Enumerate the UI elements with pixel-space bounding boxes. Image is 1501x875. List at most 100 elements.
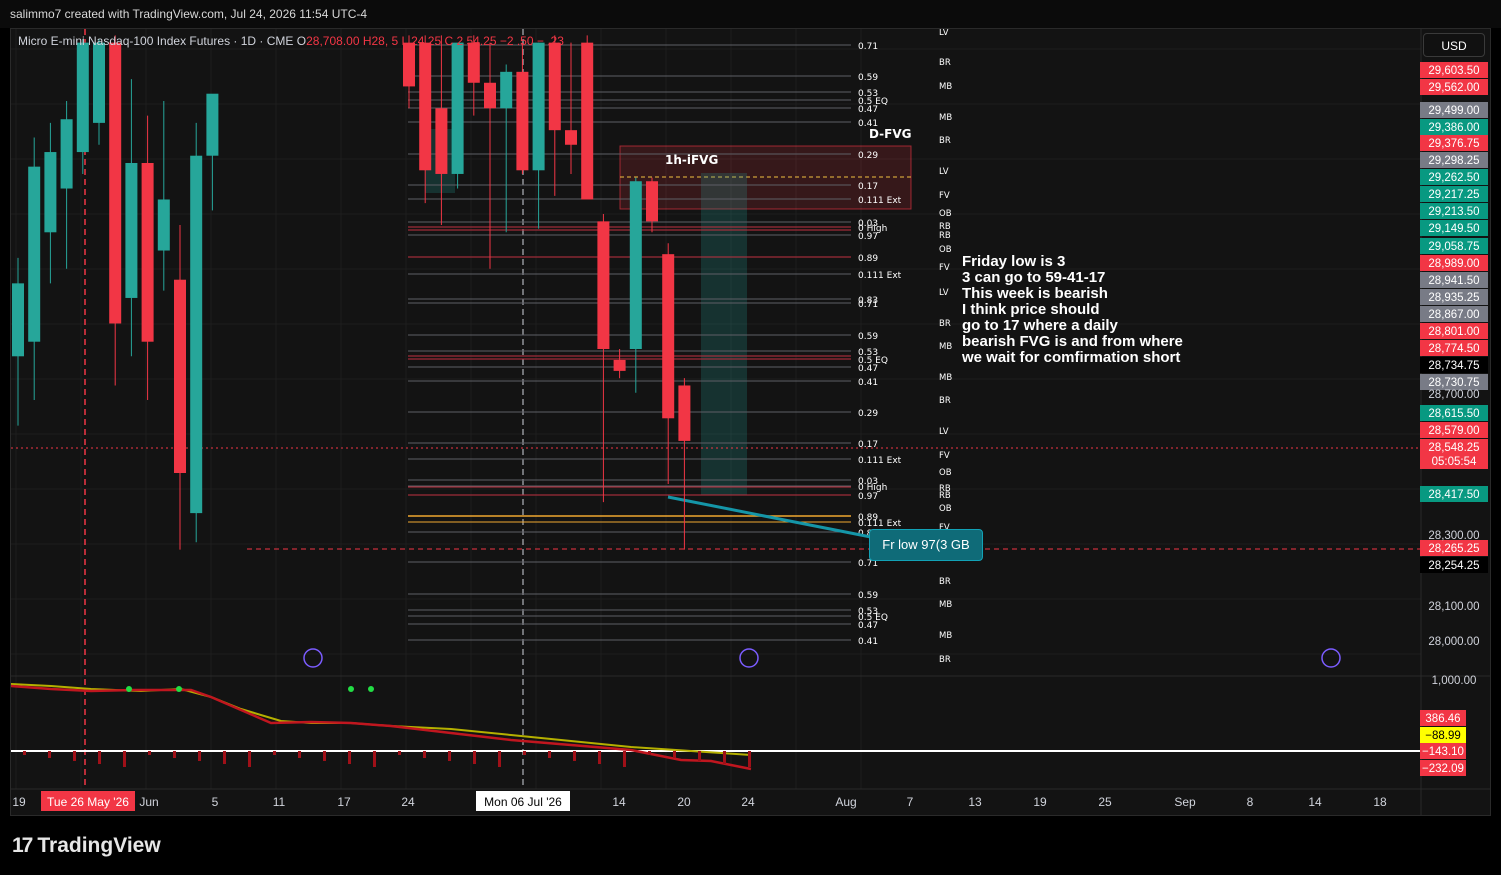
osc-histogram-bar (23, 751, 26, 755)
currency-button[interactable]: USD (1423, 33, 1485, 57)
candle-body (60, 119, 73, 189)
candle-body (44, 152, 57, 233)
fib-level-label: 0.111 Ext (858, 519, 902, 529)
zone-tag: OB (939, 209, 952, 219)
price-tag-label: 29,298.25 (1428, 155, 1479, 167)
zone-tag: BR (939, 577, 951, 587)
time-axis-tick: 13 (968, 795, 982, 809)
candle-body (597, 221, 610, 349)
fib-level-label: 0.47 (858, 621, 878, 631)
zone-tag: FV (939, 191, 950, 201)
fib-level-label: 0.71 (858, 42, 878, 52)
candle-body (484, 82, 496, 109)
fib-level-label: 0.111 Ext (858, 456, 902, 466)
note-line: This week is bearish (962, 285, 1108, 302)
osc-histogram-bar (698, 751, 701, 761)
zone-tag: OB (939, 245, 952, 255)
time-axis-tick: Jun (139, 795, 158, 809)
price-tag-label: 28,417.50 (1428, 489, 1479, 501)
footer-bar (0, 816, 1501, 875)
osc-histogram-bar (123, 751, 126, 767)
candle-body (467, 42, 480, 83)
osc-histogram-bar (373, 751, 376, 767)
price-tag-label: 28,265.25 (1428, 543, 1479, 555)
candle-body (125, 163, 138, 298)
fib-level-label: 0.59 (858, 73, 878, 83)
price-tag-label: 28,774.50 (1428, 343, 1479, 355)
chart-area[interactable]: 0.71 0.59 0.53 0.5 EQ 0.47 0.41 0.29 0.17 0.111 … (10, 28, 1491, 816)
osc-histogram-bar (398, 751, 401, 755)
osc-histogram-bar (673, 751, 676, 758)
time-axis-tick: 17 (337, 795, 351, 809)
legend-open-label: O (296, 34, 307, 48)
zone-tag: LV (939, 29, 949, 38)
price-chart-svg[interactable]: 0.710.590.530.5 EQ0.470.410.290.170.111 … (11, 29, 1490, 815)
fib-level-label: 0.111 Ext (858, 196, 902, 206)
fib-level-label: 0.89 (858, 254, 878, 264)
fib-level-label: 0.47 (858, 105, 878, 115)
osc-histogram-bar (298, 751, 301, 758)
time-axis-tick: 19 (12, 795, 26, 809)
price-axis-tick: 28,000.00 (1428, 636, 1479, 648)
time-axis-tick: 25 (1098, 795, 1112, 809)
candle-body (662, 254, 675, 419)
time-axis-tick: 24 (741, 795, 755, 809)
candle-body (435, 108, 448, 174)
time-axis-tick: 5 (212, 795, 219, 809)
time-axis-tick: Aug (835, 795, 856, 809)
time-axis-tick: 14 (612, 795, 626, 809)
osc-tag-label: 386.46 (1425, 713, 1460, 725)
fib-level-label: 0.71 (858, 300, 878, 310)
time-axis-tick: 8 (1247, 795, 1254, 809)
price-tag-label: 29,499.00 (1428, 105, 1479, 117)
tradingview-logo: 17 TradingView (12, 834, 161, 858)
price-axis-tick: 1,000.00 (1432, 675, 1477, 687)
tv-logo-text: TradingView (37, 834, 161, 857)
legend-symbol: Micro E-mini Nasdaq-100 Index Futures · … (18, 34, 294, 48)
price-tag-label: 28,801.00 (1428, 326, 1479, 338)
price-tag-label: 29,213.50 (1428, 206, 1479, 218)
price-tag-label: 28,867.00 (1428, 309, 1479, 321)
price-tag-label: 28,941.50 (1428, 275, 1479, 287)
zone-tag: FV (939, 263, 950, 273)
candle-body (565, 130, 577, 145)
candle-body (678, 385, 691, 441)
fr-low-callout[interactable]: Fr low 97(3 GB (869, 529, 983, 561)
zone-tag: LV (939, 427, 949, 437)
time-axis-tick: Sep (1174, 795, 1196, 809)
candle-body (93, 42, 105, 123)
osc-histogram-bar (223, 751, 226, 764)
zone-tag: OB (939, 468, 952, 478)
price-tag-label: 29,386.00 (1428, 122, 1479, 134)
osc-histogram-bar (598, 751, 601, 764)
zone-tag: BR (939, 58, 951, 68)
h1-ifvg-label: 1h-iFVG (665, 153, 718, 167)
osc-histogram-bar (473, 751, 476, 764)
zone-tag: MB (939, 82, 952, 92)
price-axis-tick: 28,100.00 (1428, 601, 1479, 613)
projection-box (701, 173, 747, 495)
candle-body (12, 283, 24, 357)
osc-histogram-bar (73, 751, 76, 761)
price-tag-label: 29,217.25 (1428, 189, 1479, 201)
zone-tag: MB (939, 600, 952, 610)
osc-cross-dot (368, 686, 374, 692)
time-axis-tick: 7 (907, 795, 914, 809)
price-tag-label: 05:05:54 (1432, 456, 1477, 468)
candle-body (646, 181, 658, 222)
osc-signal-line (11, 683, 752, 756)
fib-level-label: 0.97 (858, 232, 878, 242)
note-line: 3 can go to 59-41-17 (962, 269, 1106, 286)
price-tag-label: 29,262.50 (1428, 172, 1479, 184)
price-tag-label: 28,579.00 (1428, 425, 1479, 437)
note-line: Friday low is 3 (962, 253, 1066, 270)
osc-histogram-bar (748, 751, 751, 767)
osc-histogram-bar (48, 751, 51, 758)
fib-level-label: 0.29 (858, 151, 878, 161)
zone-tag: LV (939, 288, 949, 298)
price-tag-label: 28,548.25 (1428, 442, 1479, 454)
note-line: go to 17 where a daily (962, 317, 1118, 334)
candle-body (141, 163, 154, 342)
fib-level-label: 0.41 (858, 378, 878, 388)
zone-tag: BR (939, 136, 951, 146)
